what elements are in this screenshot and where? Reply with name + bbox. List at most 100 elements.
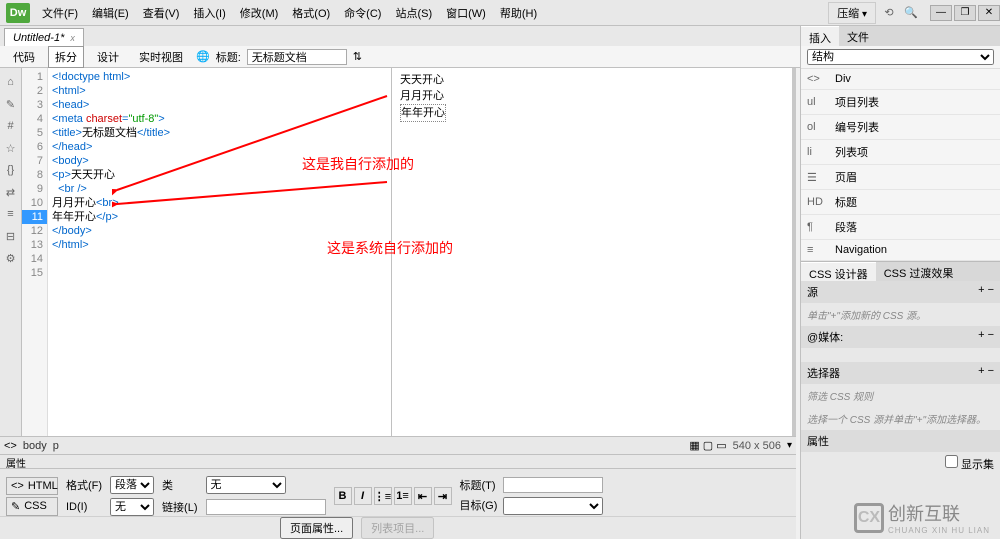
title-attr-input[interactable]: [503, 477, 603, 493]
outdent-button[interactable]: ⇤: [414, 487, 432, 505]
tab-css-designer[interactable]: CSS 设计器: [801, 262, 876, 281]
insert-item[interactable]: ¶段落: [801, 215, 1000, 240]
tag-p[interactable]: p: [53, 440, 59, 452]
format-select[interactable]: 段落: [110, 476, 154, 494]
viewport-dimensions[interactable]: 540 x 506: [733, 440, 781, 452]
tab-css-transitions[interactable]: CSS 过渡效果: [876, 262, 962, 281]
css-selector-filter[interactable]: 筛选 CSS 规则: [801, 384, 1000, 407]
document-tab-close-icon[interactable]: x: [70, 33, 75, 43]
refresh-title-icon[interactable]: ⇅: [353, 50, 362, 63]
close-button[interactable]: ✕: [978, 5, 1000, 21]
insert-item[interactable]: ul 项目列表: [801, 90, 1000, 115]
menu-view[interactable]: 查看(V): [137, 1, 186, 25]
main-area: ⌂ ✎ # ☆ {} ⇄ ≡ ⊟ ⚙ 123456789101112131415…: [0, 68, 796, 436]
tag-nav-icon[interactable]: <>: [4, 440, 17, 452]
tool-icon[interactable]: ≡: [3, 206, 19, 222]
titlebar: Dw 文件(F) 编辑(E) 查看(V) 插入(I) 修改(M) 格式(O) 命…: [0, 0, 1000, 26]
menu-file[interactable]: 文件(F): [36, 1, 84, 25]
insert-item-label: 页眉: [835, 169, 857, 185]
workspace-layout-dropdown[interactable]: 压缩 ▾: [828, 2, 876, 24]
indent-button[interactable]: ⇥: [434, 487, 452, 505]
menu-window[interactable]: 窗口(W): [440, 1, 492, 25]
view-design-button[interactable]: 设计: [90, 46, 126, 68]
tab-files[interactable]: 文件: [839, 26, 877, 46]
tool-icon[interactable]: #: [3, 118, 19, 134]
props-css-button[interactable]: ✎CSS: [6, 497, 58, 516]
tab-insert[interactable]: 插入: [801, 26, 839, 46]
add-media-icon[interactable]: + −: [978, 329, 994, 345]
preview-text-line: 年年开心: [400, 104, 446, 122]
tool-icon[interactable]: ⚙: [3, 250, 19, 266]
props-html-button[interactable]: <>HTML: [6, 477, 58, 495]
code-toolbar: ⌂ ✎ # ☆ {} ⇄ ≡ ⊟ ⚙: [0, 68, 22, 436]
insert-item-label: 项目列表: [835, 94, 879, 110]
list-ol-button[interactable]: 1≡: [394, 487, 412, 505]
insert-item[interactable]: <>Div: [801, 69, 1000, 90]
insert-item-icon: ul: [807, 96, 827, 108]
line-number: 9: [22, 182, 47, 196]
format-label: 格式(F): [66, 477, 102, 493]
css-selector-header[interactable]: 选择器+ −: [801, 362, 1000, 384]
list-item-button[interactable]: 列表项目...: [361, 517, 434, 539]
preview-text-line: 月月开心: [400, 88, 784, 104]
link-label: 链接(L): [162, 499, 197, 515]
view-code-button[interactable]: 代码: [6, 46, 42, 68]
insert-item[interactable]: HD标题: [801, 190, 1000, 215]
menu-modify[interactable]: 修改(M): [234, 1, 285, 25]
view-split-button[interactable]: 拆分: [48, 46, 84, 68]
tool-icon[interactable]: ⊟: [3, 228, 19, 244]
add-source-icon[interactable]: + −: [978, 284, 994, 300]
css-sources-header[interactable]: 源+ −: [801, 281, 1000, 303]
insert-category-row: 结构: [801, 46, 1000, 69]
preview-pane[interactable]: 天天开心 月月开心 年年开心 这是我自行添加的 这是系统自行添加的: [392, 68, 796, 436]
menu-site[interactable]: 站点(S): [389, 1, 438, 25]
line-number: 3: [22, 98, 47, 112]
class-select[interactable]: 无: [206, 476, 286, 494]
sync-icon[interactable]: ⟲: [880, 4, 898, 22]
link-input[interactable]: [206, 499, 326, 515]
device-icons[interactable]: ▦ ▢ ▭: [689, 439, 726, 452]
italic-button[interactable]: I: [354, 487, 372, 505]
insert-category-select[interactable]: 结构: [807, 49, 994, 65]
bold-button[interactable]: B: [334, 487, 352, 505]
window-controls: — ❐ ✕: [930, 5, 1000, 21]
insert-item[interactable]: ☰页眉: [801, 165, 1000, 190]
insert-item[interactable]: li 列表项: [801, 140, 1000, 165]
menu-format[interactable]: 格式(O): [286, 1, 336, 25]
list-ul-button[interactable]: ⋮≡: [374, 487, 392, 505]
maximize-button[interactable]: ❐: [954, 5, 976, 21]
line-number: 15: [22, 266, 47, 280]
tool-icon[interactable]: {}: [3, 162, 19, 178]
insert-item-label: Div: [835, 73, 851, 85]
view-live-button[interactable]: 实时视图: [132, 46, 190, 68]
page-title-input[interactable]: [247, 49, 347, 65]
css-props-header[interactable]: 属性: [801, 430, 1000, 452]
insert-item-label: 列表项: [835, 144, 868, 160]
insert-item-icon: li: [807, 146, 827, 158]
menu-commands[interactable]: 命令(C): [338, 1, 387, 25]
main-menu: 文件(F) 编辑(E) 查看(V) 插入(I) 修改(M) 格式(O) 命令(C…: [36, 1, 543, 25]
line-number: 10: [22, 196, 47, 210]
target-select[interactable]: [503, 497, 603, 515]
page-properties-button[interactable]: 页面属性...: [280, 517, 353, 539]
help-search-icon[interactable]: 🔍: [902, 4, 920, 22]
menu-insert[interactable]: 插入(I): [187, 1, 231, 25]
annotation-arrow: [112, 72, 392, 212]
minimize-button[interactable]: —: [930, 5, 952, 21]
tool-icon[interactable]: ☆: [3, 140, 19, 156]
tag-body[interactable]: body: [23, 440, 47, 452]
inspect-icon[interactable]: 🌐: [196, 50, 210, 63]
line-number: 6: [22, 140, 47, 154]
tool-icon[interactable]: ⇄: [3, 184, 19, 200]
document-tab[interactable]: Untitled-1* x: [4, 28, 84, 46]
tool-icon[interactable]: ⌂: [3, 74, 19, 90]
menu-edit[interactable]: 编辑(E): [86, 1, 135, 25]
add-selector-icon[interactable]: + −: [978, 365, 994, 381]
id-select[interactable]: 无: [110, 498, 154, 516]
insert-item[interactable]: ol编号列表: [801, 115, 1000, 140]
show-set-checkbox[interactable]: 显示集: [945, 459, 994, 471]
menu-help[interactable]: 帮助(H): [494, 1, 543, 25]
insert-item[interactable]: ≡Navigation: [801, 240, 1000, 261]
css-media-header[interactable]: @媒体:+ −: [801, 326, 1000, 348]
tool-icon[interactable]: ✎: [3, 96, 19, 112]
